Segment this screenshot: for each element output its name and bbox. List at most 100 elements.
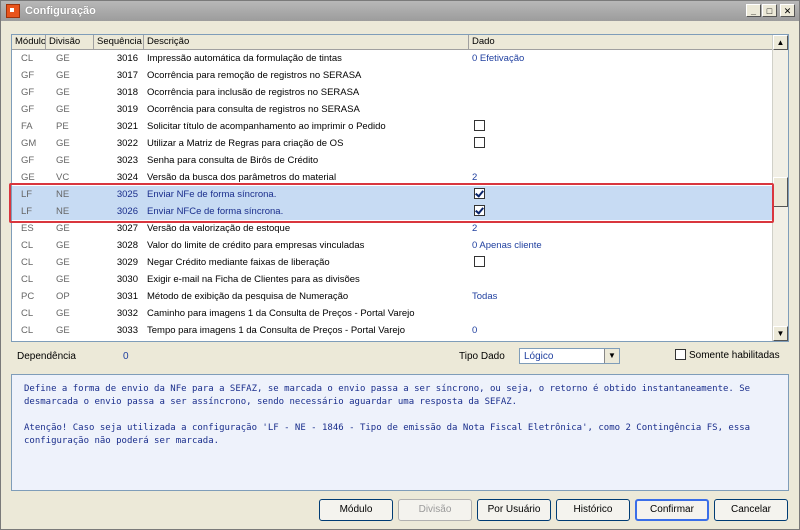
chevron-down-icon[interactable]: ▼ [604, 349, 619, 363]
divisao-button[interactable]: Divisão [398, 499, 472, 521]
row-modulo: GM [21, 138, 37, 149]
description-paragraph-1: Define a forma de envio da NFe para a SE… [24, 384, 751, 407]
row-sequencia: 3024 [116, 172, 138, 183]
table-row[interactable]: ES GE 3027 Versão da valorização de estoque… [12, 220, 774, 237]
row-modulo: ES [21, 223, 34, 234]
row-dado[interactable] [469, 254, 774, 271]
table-row[interactable]: FA PE 3021 Solicitar título de acompanhamen… [12, 118, 774, 135]
row-divisao: VC [56, 172, 70, 183]
row-dado[interactable] [469, 118, 774, 135]
checkbox-icon[interactable] [675, 349, 686, 360]
checkbox-icon[interactable] [474, 187, 485, 199]
title-bar[interactable]: Configuração _ □ ✕ [1, 1, 799, 21]
scroll-up-icon[interactable]: ▲ [773, 35, 788, 50]
table-row[interactable]: CL GE 3032 Caminho para imagens 1 da Consul… [12, 305, 774, 322]
tipo-dado-select[interactable]: Lógico ▼ [519, 348, 620, 364]
scroll-down-icon[interactable]: ▼ [773, 326, 788, 341]
checkbox-icon[interactable] [474, 119, 485, 131]
row-descricao: Versão da busca dos parâmetros do materi… [147, 172, 337, 183]
row-descricao: Versão da valorização de estoque [147, 223, 291, 234]
row-divisao: GE [56, 325, 70, 336]
table-row[interactable]: GF GE 3017 Ocorrência para remoção de regis… [12, 67, 774, 84]
scroll-thumb[interactable] [773, 177, 788, 207]
config-grid[interactable]: Módulo Divisão Sequência Descrição Dado … [11, 34, 789, 342]
confirmar-button[interactable]: Confirmar [635, 499, 709, 521]
row-dado[interactable]: 0 Efetivação [469, 50, 774, 67]
row-modulo: GE [21, 172, 35, 183]
row-dado[interactable]: 2 [469, 169, 774, 186]
row-descricao: Senha para consulta de Birôs de Crédito [147, 155, 319, 166]
tipo-dado-value: Lógico [524, 351, 554, 362]
column-header-divisao[interactable]: Divisão [46, 35, 94, 49]
row-sequencia: 3029 [116, 257, 138, 268]
table-row[interactable]: CL GE 3029 Negar Crédito mediante faixas de… [12, 254, 774, 271]
table-row[interactable]: LF NE 3025 Enviar NFe de forma síncrona. [12, 186, 774, 203]
table-row[interactable]: CL GE 3030 Exigir e-mail na Ficha de Client… [12, 271, 774, 288]
row-dado[interactable]: Todas [469, 288, 774, 305]
cancelar-button[interactable]: Cancelar [714, 499, 788, 521]
row-descricao: Ocorrência para remoção de registros no … [147, 70, 362, 81]
row-dado[interactable]: 0 Apenas cliente [469, 237, 774, 254]
checkbox-icon[interactable] [474, 255, 485, 267]
row-modulo: CL [21, 53, 34, 64]
vertical-scrollbar[interactable]: ▲ ▼ [772, 35, 788, 341]
row-dado[interactable] [469, 135, 774, 152]
row-descricao: Caminho para imagens 1 da Consulta de Pr… [147, 308, 415, 319]
modulo-button[interactable]: Módulo [319, 499, 393, 521]
row-descricao: Valor do limite de crédito para empresas… [147, 240, 365, 251]
table-row[interactable]: GE VC 3024 Versão da busca dos parâmetros d… [12, 169, 774, 186]
por-usuario-button[interactable]: Por Usuário [477, 499, 551, 521]
row-modulo: GF [21, 155, 35, 166]
maximize-icon[interactable]: □ [762, 4, 777, 17]
row-dado[interactable]: 0 [469, 322, 774, 339]
row-dado[interactable] [469, 67, 774, 84]
row-sequencia: 3016 [116, 53, 138, 64]
historico-button[interactable]: Histórico [556, 499, 630, 521]
row-dado[interactable] [469, 101, 774, 118]
table-row[interactable]: CL GE 3016 Impressão automática da formulaç… [12, 50, 774, 67]
table-row[interactable]: PC OP 3031 Método de exibição da pesquisa d… [12, 288, 774, 305]
table-row[interactable]: CL GE 3028 Valor do limite de crédito para … [12, 237, 774, 254]
column-header-sequencia[interactable]: Sequência [94, 35, 144, 49]
window-controls: _ □ ✕ [746, 4, 795, 17]
row-divisao: GE [56, 257, 70, 268]
column-header-modulo[interactable]: Módulo [12, 35, 46, 49]
window-title: Configuração [25, 5, 96, 17]
row-descricao: Enviar NFCe de forma síncrona. [147, 206, 284, 217]
checkbox-icon[interactable] [474, 136, 485, 148]
table-row[interactable]: CL GE 3033 Tempo para imagens 1 da Consulta… [12, 322, 774, 339]
close-icon[interactable]: ✕ [780, 4, 795, 17]
row-dado[interactable] [469, 186, 774, 203]
row-divisao: OP [56, 291, 70, 302]
row-descricao: Método de exibição da pesquisa de Numera… [147, 291, 349, 302]
row-dado[interactable] [469, 203, 774, 220]
checkbox-icon[interactable] [474, 204, 485, 216]
row-dado[interactable] [469, 305, 774, 322]
row-dado[interactable] [469, 271, 774, 288]
row-sequencia: 3023 [116, 155, 138, 166]
row-descricao: Utilizar a Matriz de Regras para criação… [147, 138, 344, 149]
row-sequencia: 3030 [116, 274, 138, 285]
row-dado[interactable]: 2 [469, 220, 774, 237]
row-divisao: GE [56, 53, 70, 64]
somente-habilitadas-checkbox[interactable]: Somente habilitadas [673, 349, 780, 361]
grid-header: Módulo Divisão Sequência Descrição Dado [12, 35, 774, 50]
row-modulo: GF [21, 87, 35, 98]
row-descricao: Exigir e-mail na Ficha de Clientes para … [147, 274, 360, 285]
row-divisao: GE [56, 70, 70, 81]
minimize-icon[interactable]: _ [746, 4, 761, 17]
column-header-dado[interactable]: Dado [469, 35, 774, 49]
row-dado[interactable] [469, 84, 774, 101]
table-row[interactable]: LF NE 3026 Enviar NFCe de forma síncrona. [12, 203, 774, 220]
table-row[interactable]: GF GE 3018 Ocorrência para inclusão de regi… [12, 84, 774, 101]
row-divisao: GE [56, 274, 70, 285]
column-header-descricao[interactable]: Descrição [144, 35, 469, 49]
table-row[interactable]: GF GE 3023 Senha para consulta de Birôs de … [12, 152, 774, 169]
row-divisao: GE [56, 138, 70, 149]
table-row[interactable]: GF GE 3019 Ocorrência para consulta de regi… [12, 101, 774, 118]
row-dado[interactable] [469, 152, 774, 169]
table-row[interactable]: GM GE 3022 Utilizar a Matriz de Regras para… [12, 135, 774, 152]
row-sequencia: 3026 [116, 206, 138, 217]
row-descricao: Ocorrência para consulta de registros no… [147, 104, 360, 115]
row-sequencia: 3022 [116, 138, 138, 149]
